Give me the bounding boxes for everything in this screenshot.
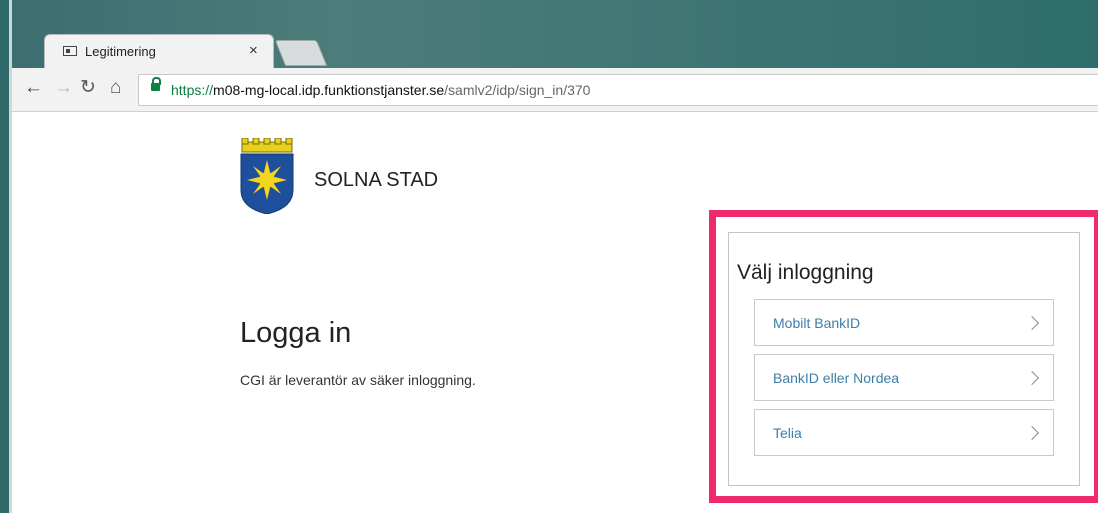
browser-tab[interactable]: Legitimering × (44, 34, 274, 68)
close-tab-icon[interactable]: × (249, 42, 258, 59)
forward-icon[interactable]: → (54, 78, 73, 98)
new-tab-button[interactable] (274, 40, 328, 66)
login-panel-title: Välj inloggning (737, 261, 874, 284)
window-frame (0, 0, 12, 513)
login-option-label: BankID eller Nordea (773, 370, 900, 386)
chevron-right-icon (1024, 425, 1040, 441)
page-title: Logga in (240, 317, 352, 349)
lock-icon (151, 77, 161, 91)
login-option-bankid-nordea[interactable]: BankID eller Nordea (754, 354, 1054, 401)
home-icon[interactable]: ⌂ (110, 78, 121, 98)
login-option-telia[interactable]: Telia (754, 409, 1054, 456)
login-option-label: Telia (773, 425, 802, 441)
tab-title: Legitimering (85, 44, 156, 59)
login-option-label: Mobilt BankID (773, 315, 861, 331)
chevron-right-icon (1024, 370, 1040, 386)
organization-name: SOLNA STAD (314, 169, 439, 191)
address-bar: ← → ↻ ⌂ https://m08-mg-local.idp.funktio… (12, 68, 1098, 112)
url-text[interactable]: https://m08-mg-local.idp.funktionstjanst… (171, 82, 590, 98)
browser-titlebar: Legitimering × (12, 0, 1098, 68)
back-icon[interactable]: ← (24, 78, 43, 98)
page-icon (63, 46, 77, 56)
reload-icon[interactable]: ↻ (80, 78, 96, 98)
provider-notice: CGI är leverantör av säker inloggning. (240, 372, 476, 388)
solna-coat-of-arms-logo (240, 138, 294, 214)
url-field[interactable]: https://m08-mg-local.idp.funktionstjanst… (138, 74, 1098, 106)
login-option-mobilt-bankid[interactable]: Mobilt BankID (754, 299, 1054, 346)
chevron-right-icon (1024, 315, 1040, 331)
